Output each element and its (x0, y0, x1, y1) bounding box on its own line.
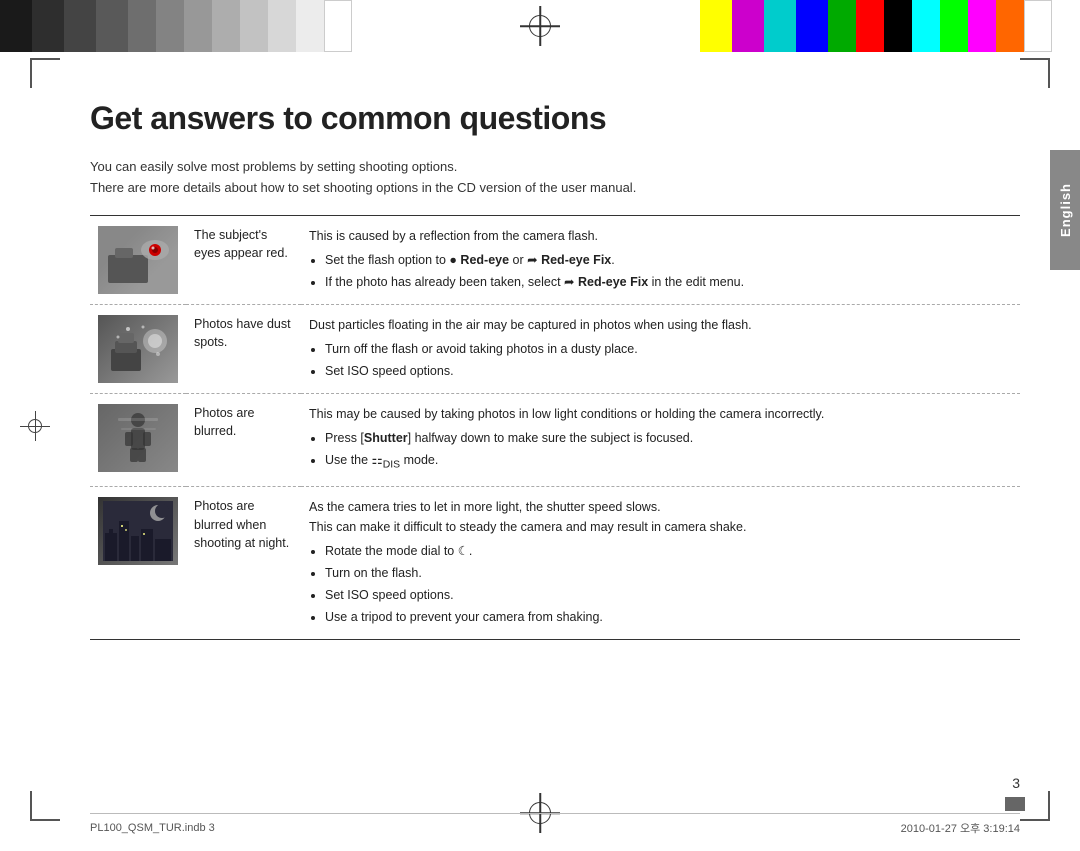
swatch-orange (996, 0, 1024, 52)
swatch-gs11 (296, 0, 324, 52)
swatch-white (324, 0, 352, 52)
bullet-item: Set ISO speed options. (325, 361, 1012, 381)
table-row: Photos are blurred when shooting at nigh… (90, 486, 1020, 639)
solution-cell: Dust particles floating in the air may b… (301, 304, 1020, 393)
bullet-item: Set the flash option to ● Red-eye or ➦ R… (325, 250, 1012, 270)
page-number-bar (1005, 797, 1025, 811)
swatch-green (828, 0, 856, 52)
top-crosshair-area (380, 0, 700, 52)
solution-bullets: Rotate the mode dial to ☾. Turn on the f… (309, 541, 1012, 627)
swatch-cyan (764, 0, 796, 52)
crosshair-circle (529, 15, 551, 37)
corner-mark-tl (30, 58, 60, 88)
table-row: Photos are blurred. This may be caused b… (90, 393, 1020, 486)
redeye-image (98, 226, 178, 294)
bullet-item: Turn off the flash or avoid taking photo… (325, 339, 1012, 359)
solution-cell: As the camera tries to let in more light… (301, 486, 1020, 639)
color-strip (700, 0, 1080, 52)
solution-bullets: Press [Shutter] halfway down to make sur… (309, 428, 1012, 474)
language-label: English (1058, 183, 1073, 237)
side-crosshair-circle (28, 419, 42, 433)
swatch-black2 (884, 0, 912, 52)
problem-image-cell (90, 215, 186, 304)
bullet-item: Rotate the mode dial to ☾. (325, 541, 1012, 561)
page-title: Get answers to common questions (90, 100, 1020, 137)
solution-cell: This is caused by a reflection from the … (301, 215, 1020, 304)
problem-image-cell (90, 393, 186, 486)
dust-image (98, 315, 178, 383)
swatch-gs3 (64, 0, 96, 52)
swatch-magenta (732, 0, 764, 52)
night-svg (103, 501, 173, 561)
swatch-gs5 (128, 0, 156, 52)
solution-bullets: Set the flash option to ● Red-eye or ➦ R… (309, 250, 1012, 292)
swatch-cyan2 (912, 0, 940, 52)
swatch-red (856, 0, 884, 52)
blurred-svg (103, 408, 173, 468)
problem-image-cell (90, 304, 186, 393)
top-crosshair (520, 6, 560, 46)
swatch-fuchsia (968, 0, 996, 52)
swatch-gs9 (240, 0, 268, 52)
problem-label: The subject's eyes appear red. (186, 215, 301, 304)
swatch-gs2 (32, 0, 64, 52)
troubleshooting-table: The subject's eyes appear red. This is c… (90, 215, 1020, 640)
corner-mark-bl (30, 791, 60, 821)
problem-label: Photos have dust spots. (186, 304, 301, 393)
night-image (98, 497, 178, 565)
bullet-item: Set ISO speed options. (325, 585, 1012, 605)
swatch-lime (940, 0, 968, 52)
bullet-item: Use a tripod to prevent your camera from… (325, 607, 1012, 627)
footer-right: 2010-01-27 오후 3:19:14 (901, 820, 1020, 836)
swatch-gs7 (184, 0, 212, 52)
swatch-gs4 (96, 0, 128, 52)
bullet-item: Press [Shutter] halfway down to make sur… (325, 428, 1012, 448)
blurred-image (98, 404, 178, 472)
bullet-item: If the photo has already been taken, sel… (325, 272, 1012, 292)
footer-left: PL100_QSM_TUR.indb 3 (90, 822, 215, 834)
bullet-item: Turn on the flash. (325, 563, 1012, 583)
swatch-gs8 (212, 0, 240, 52)
footer: PL100_QSM_TUR.indb 3 2010-01-27 오후 3:19:… (90, 813, 1020, 836)
swatch-gs6 (156, 0, 184, 52)
bullet-item: Use the ⚏DIS mode. (325, 450, 1012, 474)
table-row: The subject's eyes appear red. This is c… (90, 215, 1020, 304)
intro-line1: You can easily solve most problems by se… (90, 159, 457, 174)
table-row: Photos have dust spots. Dust particles f… (90, 304, 1020, 393)
problem-image-cell (90, 486, 186, 639)
swatch-gs10 (268, 0, 296, 52)
problem-label: Photos are blurred. (186, 393, 301, 486)
swatch-black (0, 0, 32, 52)
swatch-white2 (1024, 0, 1052, 52)
problem-label: Photos are blurred when shooting at nigh… (186, 486, 301, 639)
top-color-bar (0, 0, 1080, 52)
swatch-blue (796, 0, 828, 52)
intro-text: You can easily solve most problems by se… (90, 157, 1020, 199)
redeye-svg (103, 230, 173, 290)
solution-bullets: Turn off the flash or avoid taking photo… (309, 339, 1012, 381)
language-tab: English (1050, 150, 1080, 270)
grayscale-strip (0, 0, 380, 52)
swatch-yellow (700, 0, 732, 52)
side-crosshair-left (20, 411, 50, 441)
solution-cell: This may be caused by taking photos in l… (301, 393, 1020, 486)
dust-svg (103, 319, 173, 379)
main-content: Get answers to common questions You can … (90, 100, 1020, 791)
intro-line2: There are more details about how to set … (90, 180, 636, 195)
page-number: 3 (1012, 775, 1020, 791)
corner-mark-tr (1020, 58, 1050, 88)
